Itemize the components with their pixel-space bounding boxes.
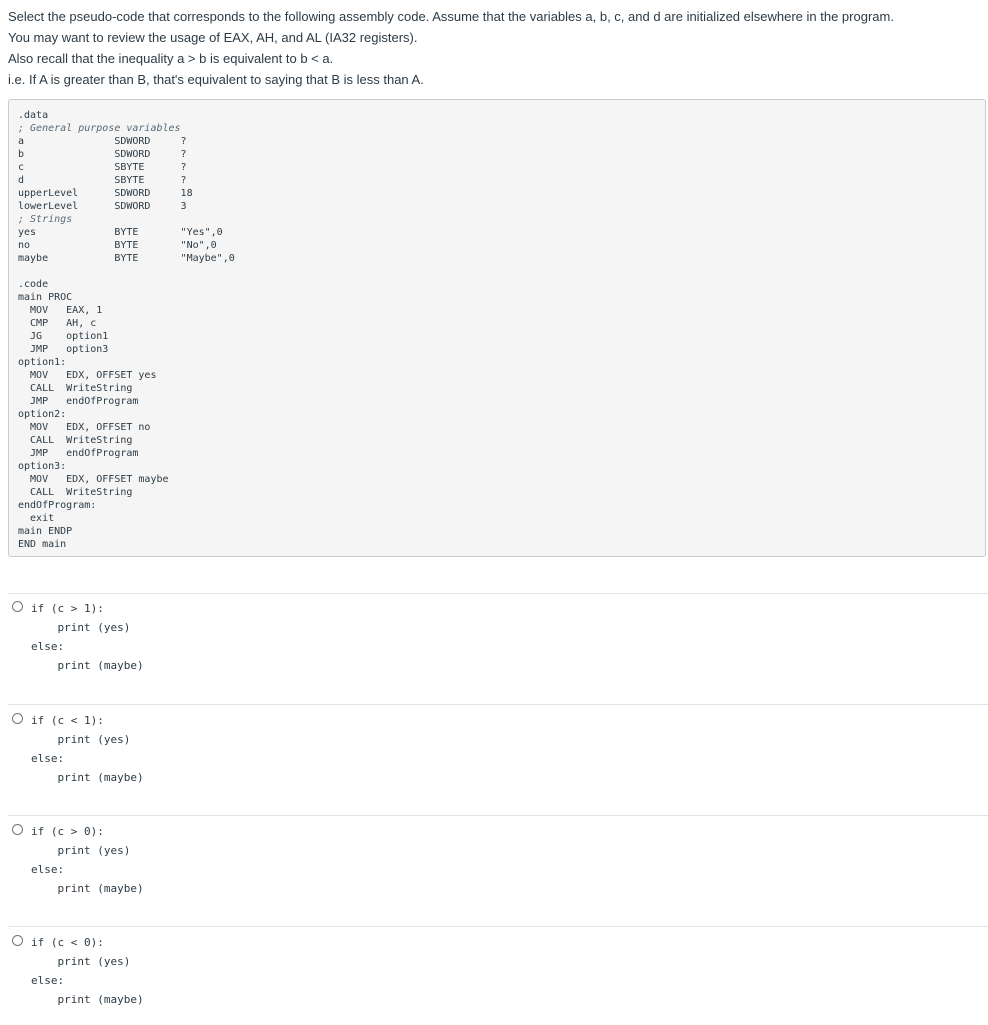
radio-button[interactable] — [12, 935, 23, 946]
code-line: lowerLevel SDWORD 3 — [18, 201, 187, 212]
answer-divider — [8, 704, 988, 705]
answer-then: print (yes) — [57, 844, 131, 857]
code-line: END main — [18, 539, 67, 550]
code-line: JG option1 — [18, 331, 109, 342]
answer-otherwise: print (maybe) — [57, 771, 144, 784]
question-line: Also recall that the inequality a > b is… — [8, 51, 334, 66]
radio-button[interactable] — [12, 713, 23, 724]
answer-code: if (c > 1): print (yes) else: print (may… — [31, 599, 144, 675]
code-label: option1: — [18, 357, 67, 368]
code-comment: ; Strings — [18, 214, 73, 225]
code-line: MOV EDX, OFFSET yes — [18, 370, 157, 381]
assembly-code-block: .data ; General purpose variables a SDWO… — [8, 99, 986, 557]
answer-code: if (c < 1): print (yes) else: print (may… — [31, 711, 144, 787]
question-text: Select the pseudo-code that corresponds … — [8, 6, 978, 90]
answer-condition: if (c > 0): — [31, 825, 104, 838]
answer-otherwise: print (maybe) — [57, 882, 144, 895]
code-line: CALL WriteString — [18, 383, 133, 394]
code-line: main ENDP — [18, 526, 73, 537]
code-line: CALL WriteString — [18, 435, 133, 446]
answer-then: print (yes) — [57, 955, 131, 968]
code-line: CALL WriteString — [18, 487, 133, 498]
code-line: main PROC — [18, 292, 73, 303]
code-line: MOV EDX, OFFSET no — [18, 422, 151, 433]
code-line: exit — [18, 513, 55, 524]
code-line: c SBYTE ? — [18, 162, 187, 173]
code-label: option3: — [18, 461, 67, 472]
answer-condition: if (c < 0): — [31, 936, 104, 949]
assembly-code: .data ; General purpose variables a SDWO… — [18, 109, 235, 551]
answer-condition: if (c > 1): — [31, 602, 104, 615]
answer-otherwise: print (maybe) — [57, 659, 144, 672]
radio-button[interactable] — [12, 601, 23, 612]
code-line: JMP option3 — [18, 344, 109, 355]
code-line: MOV EDX, OFFSET maybe — [18, 474, 169, 485]
answer-divider — [8, 815, 988, 816]
answer-otherwise: print (maybe) — [57, 993, 144, 1006]
code-line: d SBYTE ? — [18, 175, 187, 186]
answer-code: if (c < 0): print (yes) else: print (may… — [31, 933, 144, 1009]
code-comment: ; General purpose variables — [18, 123, 181, 134]
code-line: a SDWORD ? — [18, 136, 187, 147]
answer-condition: if (c < 1): — [31, 714, 104, 727]
code-line: MOV EAX, 1 — [18, 305, 103, 316]
data-section-label: .data — [18, 110, 49, 121]
answer-then: print (yes) — [57, 733, 131, 746]
code-line: no BYTE "No",0 — [18, 240, 217, 251]
answer-divider — [8, 926, 988, 927]
question-line: i.e. If A is greater than B, that's equi… — [8, 72, 424, 87]
question-line: You may want to review the usage of EAX,… — [8, 30, 418, 45]
answer-else: else: — [31, 752, 65, 765]
question-line: Select the pseudo-code that corresponds … — [8, 9, 894, 24]
code-line: CMP AH, c — [18, 318, 97, 329]
answer-then: print (yes) — [57, 621, 131, 634]
code-line: JMP endOfProgram — [18, 448, 139, 459]
code-line: upperLevel SDWORD 18 — [18, 188, 193, 199]
radio-button[interactable] — [12, 824, 23, 835]
code-label: endOfProgram: — [18, 500, 97, 511]
code-line: maybe BYTE "Maybe",0 — [18, 253, 235, 264]
answer-divider — [8, 593, 988, 594]
code-label: option2: — [18, 409, 67, 420]
answer-else: else: — [31, 863, 65, 876]
answer-else: else: — [31, 974, 65, 987]
answer-else: else: — [31, 640, 65, 653]
code-line: JMP endOfProgram — [18, 396, 139, 407]
code-line: yes BYTE "Yes",0 — [18, 227, 223, 238]
answer-code: if (c > 0): print (yes) else: print (may… — [31, 822, 144, 898]
code-line: b SDWORD ? — [18, 149, 187, 160]
code-section-label: .code — [18, 279, 49, 290]
